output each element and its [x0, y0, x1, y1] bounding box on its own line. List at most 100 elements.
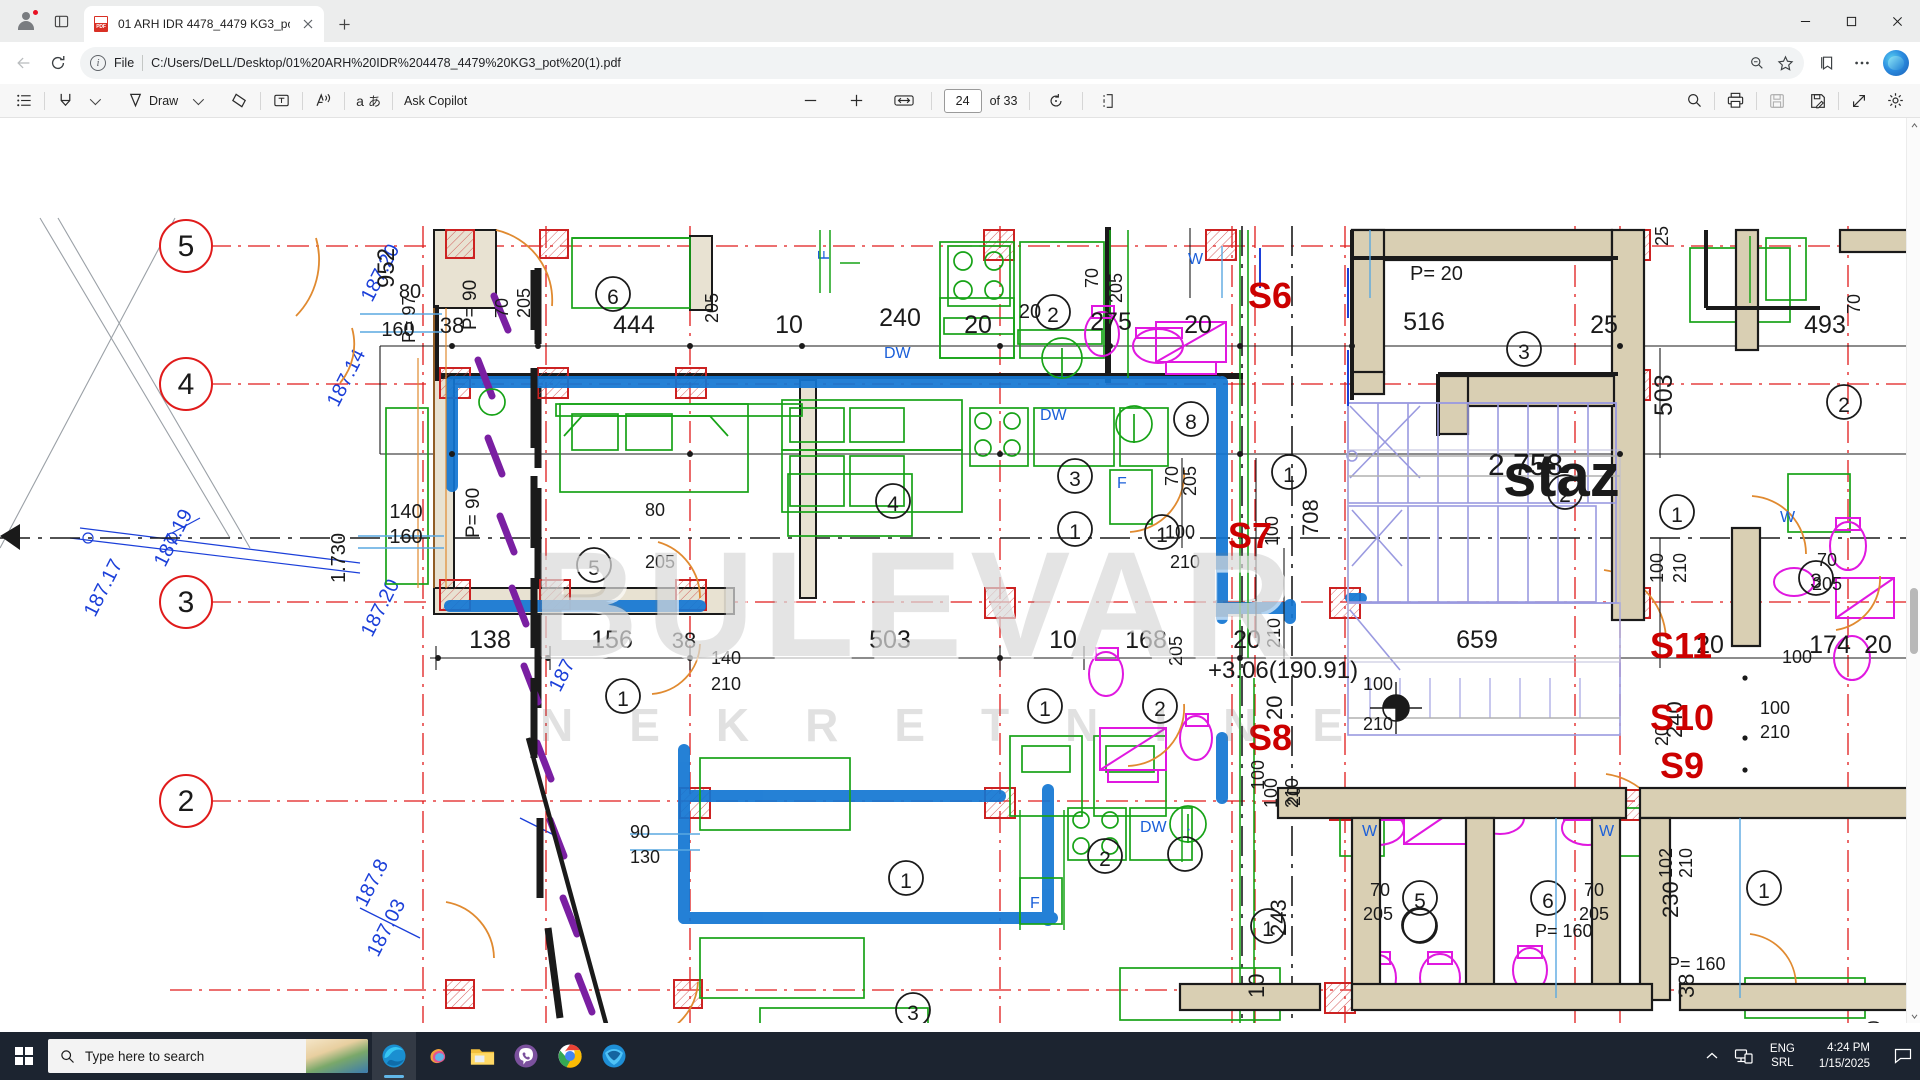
svg-text:5: 5 — [178, 230, 195, 263]
svg-text:503: 503 — [1650, 374, 1678, 416]
edge-profile-icon[interactable] — [1880, 47, 1912, 79]
address-bar[interactable]: i File C:/Users/DeLL/Desktop/01%20ARH%20… — [80, 47, 1804, 79]
svg-text:4: 4 — [178, 368, 195, 401]
taskbar-search-box[interactable]: Type here to search — [48, 1039, 368, 1073]
svg-text:444: 444 — [613, 311, 655, 339]
svg-text:659: 659 — [1456, 626, 1498, 654]
highlight-options-chevron[interactable] — [80, 87, 108, 115]
svg-text:20: 20 — [1019, 301, 1041, 323]
svg-text:493: 493 — [1804, 311, 1846, 339]
windows-start-icon[interactable] — [0, 1032, 48, 1080]
save-document-button[interactable] — [1763, 87, 1791, 115]
svg-text:3: 3 — [1069, 468, 1081, 491]
taskbar-app-viber[interactable] — [504, 1032, 548, 1080]
enter-fullscreen-button[interactable] — [1845, 87, 1873, 115]
zoom-search-icon[interactable] — [1744, 50, 1770, 76]
svg-text:S10: S10 — [1650, 697, 1714, 738]
read-aloud-button[interactable] — [309, 87, 338, 115]
clock-and-date[interactable]: 4:24 PM 1/15/2025 — [1803, 1032, 1886, 1080]
clock-date: 1/15/2025 — [1819, 1056, 1870, 1072]
zoom-out-button[interactable] — [797, 87, 825, 115]
erase-tool-button[interactable] — [225, 87, 254, 115]
taskbar-app-file-explorer[interactable] — [460, 1032, 504, 1080]
language-line-1: ENG — [1770, 1042, 1795, 1056]
svg-text:6: 6 — [1542, 890, 1554, 913]
browser-window: PDF 01 ARH IDR 4478_4479 KG3_pot ( — [0, 0, 1920, 1058]
svg-text:210: 210 — [1760, 722, 1790, 742]
svg-text:230: 230 — [1658, 881, 1683, 918]
collections-icon[interactable] — [1812, 47, 1844, 79]
svg-text:1: 1 — [1671, 504, 1683, 527]
chevron-up-icon[interactable] — [1907, 118, 1920, 132]
minimize-icon[interactable] — [1782, 0, 1828, 42]
svg-text:952: 952 — [373, 248, 400, 288]
browser-tab[interactable]: PDF 01 ARH IDR 4478_4479 KG3_pot ( — [84, 6, 324, 42]
svg-text:174: 174 — [1809, 631, 1851, 659]
svg-text:25: 25 — [1652, 226, 1672, 246]
draw-options-chevron[interactable] — [183, 87, 211, 115]
chevron-down-icon[interactable] — [1907, 1009, 1920, 1023]
svg-text:20: 20 — [1184, 311, 1212, 339]
pdf-settings-button[interactable] — [1881, 87, 1910, 115]
svg-text:20: 20 — [1864, 631, 1892, 659]
svg-text:DW: DW — [884, 345, 912, 362]
taskbar-app-thunderbird[interactable] — [592, 1032, 636, 1080]
page-view-button[interactable] — [1095, 87, 1123, 115]
url-text: C:/Users/DeLL/Desktop/01%20ARH%20IDR%204… — [151, 56, 1736, 70]
network-status-button[interactable] — [1726, 1032, 1762, 1080]
svg-text:S8: S8 — [1248, 717, 1292, 758]
find-in-document-button[interactable] — [1680, 87, 1708, 115]
svg-text:·: · — [1186, 821, 1191, 838]
fit-to-width-button[interactable] — [889, 87, 919, 115]
profile-avatar-icon[interactable] — [10, 5, 42, 37]
search-placeholder: Type here to search — [85, 1049, 204, 1064]
svg-text:S7: S7 — [1228, 515, 1272, 556]
star-icon[interactable] — [1772, 50, 1798, 76]
language-indicator[interactable]: ENG SRL — [1762, 1032, 1803, 1080]
copilot-icon — [425, 1043, 451, 1069]
notification-center-button[interactable] — [1886, 1032, 1920, 1080]
vertical-scrollbar[interactable] — [1906, 118, 1920, 1023]
add-text-tool-button[interactable] — [267, 87, 296, 115]
taskbar-app-microsoft-edge[interactable] — [372, 1032, 416, 1080]
divider — [1838, 92, 1839, 110]
divider — [1029, 92, 1030, 110]
svg-text:205: 205 — [702, 293, 722, 323]
vertical-scroll-thumb[interactable] — [1910, 588, 1918, 654]
close-icon[interactable] — [298, 14, 318, 34]
back-arrow-icon[interactable] — [8, 47, 40, 79]
taskbar-app-copilot[interactable] — [416, 1032, 460, 1080]
highlight-tool-button[interactable] — [51, 87, 80, 115]
svg-text:5: 5 — [1414, 890, 1426, 913]
print-document-button[interactable] — [1721, 87, 1750, 115]
folder-icon — [469, 1043, 496, 1069]
edge-icon — [381, 1043, 407, 1069]
zoom-in-button[interactable] — [843, 87, 871, 115]
ask-copilot-button[interactable]: Ask Copilot — [399, 87, 472, 115]
svg-text:140: 140 — [711, 648, 741, 668]
svg-text:70: 70 — [1817, 550, 1837, 570]
translate-button[interactable]: aあ — [351, 87, 386, 115]
info-circle-icon[interactable]: i — [90, 55, 106, 71]
save-as-document-button[interactable] — [1804, 87, 1832, 115]
svg-text:2: 2 — [178, 785, 195, 818]
svg-text:1: 1 — [1039, 698, 1051, 721]
tab-search-icon[interactable] — [46, 6, 76, 36]
maximize-icon[interactable] — [1828, 0, 1874, 42]
divider — [1756, 92, 1757, 110]
reload-icon[interactable] — [42, 47, 74, 79]
page-number-input[interactable]: 24 — [944, 89, 982, 113]
pdf-page-viewport[interactable]: 187.17 187.19 187.14 187.20 187.20 187.0… — [0, 118, 1920, 1023]
taskbar-app-google-chrome[interactable] — [548, 1032, 592, 1080]
network-icon — [1734, 1047, 1754, 1065]
rotate-button[interactable] — [1042, 87, 1070, 115]
tray-overflow-button[interactable] — [1698, 1032, 1726, 1080]
draw-label: Draw — [149, 94, 178, 108]
divider — [302, 92, 303, 110]
draw-tool-button[interactable]: Draw — [121, 87, 183, 115]
close-icon[interactable] — [1874, 0, 1920, 42]
svg-text:DW: DW — [1140, 819, 1168, 836]
ellipsis-icon[interactable] — [1846, 47, 1878, 79]
new-tab-button[interactable] — [330, 10, 358, 38]
table-of-contents-button[interactable] — [10, 87, 38, 115]
